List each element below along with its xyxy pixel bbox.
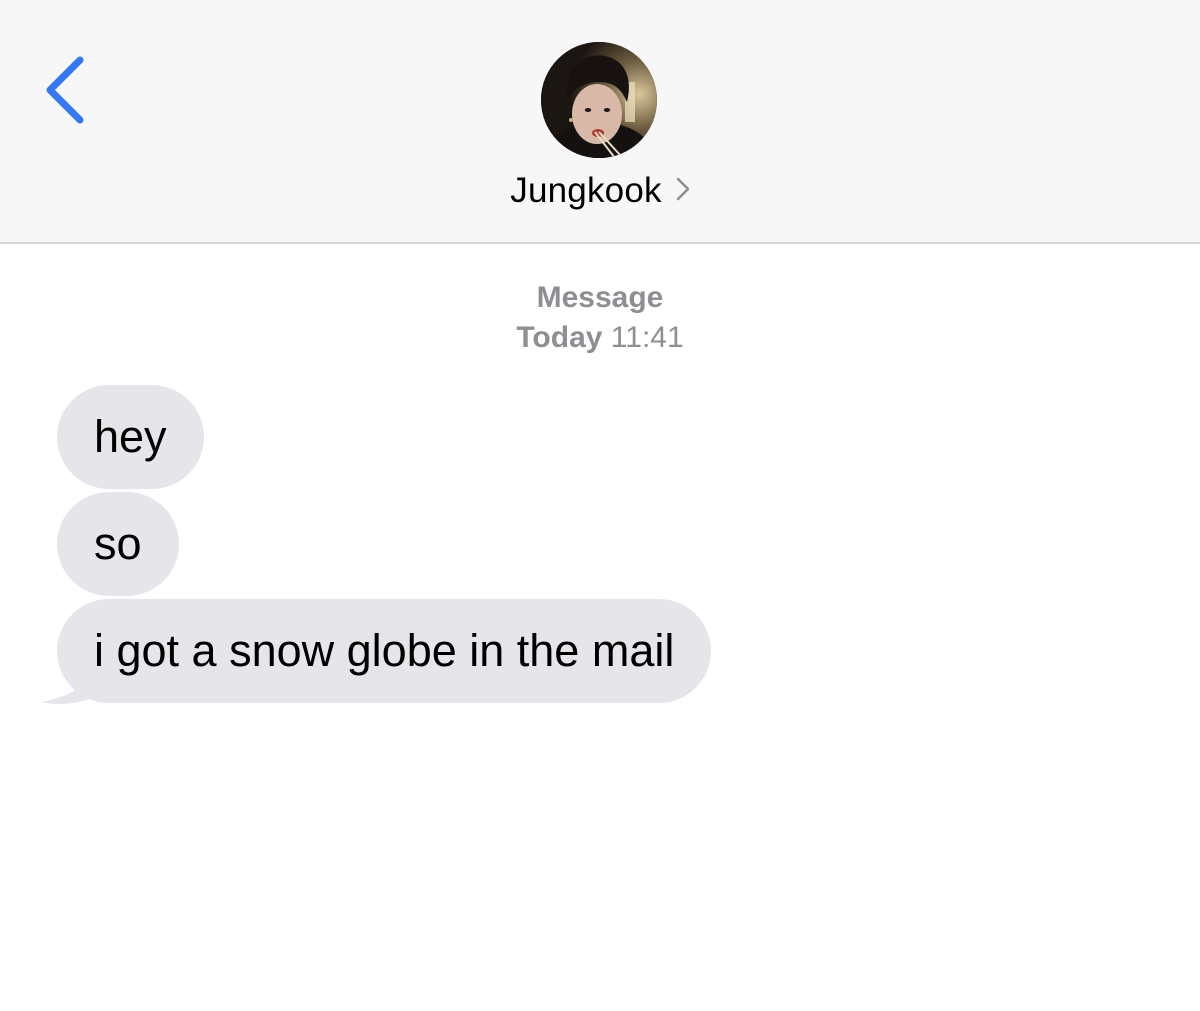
- back-button[interactable]: [36, 48, 96, 132]
- message-bubble[interactable]: i got a snow globe in the mail: [57, 599, 712, 703]
- contact-name-button[interactable]: Jungkook: [0, 168, 1200, 214]
- time-label: 11:41: [610, 321, 684, 354]
- thread-meta: Message Today 11:41: [0, 278, 1200, 358]
- message-bubble[interactable]: hey: [57, 385, 204, 489]
- chevron-left-icon: [46, 56, 84, 124]
- message-bubble[interactable]: so: [57, 492, 179, 596]
- avatar[interactable]: [541, 42, 657, 158]
- service-label: Message: [536, 281, 664, 314]
- conversation-header: Jungkook: [0, 0, 1200, 244]
- contact-name: Jungkook: [510, 171, 662, 210]
- contact-photo: [541, 42, 657, 158]
- date-label: Today: [516, 321, 603, 354]
- chevron-right-icon: [676, 177, 690, 206]
